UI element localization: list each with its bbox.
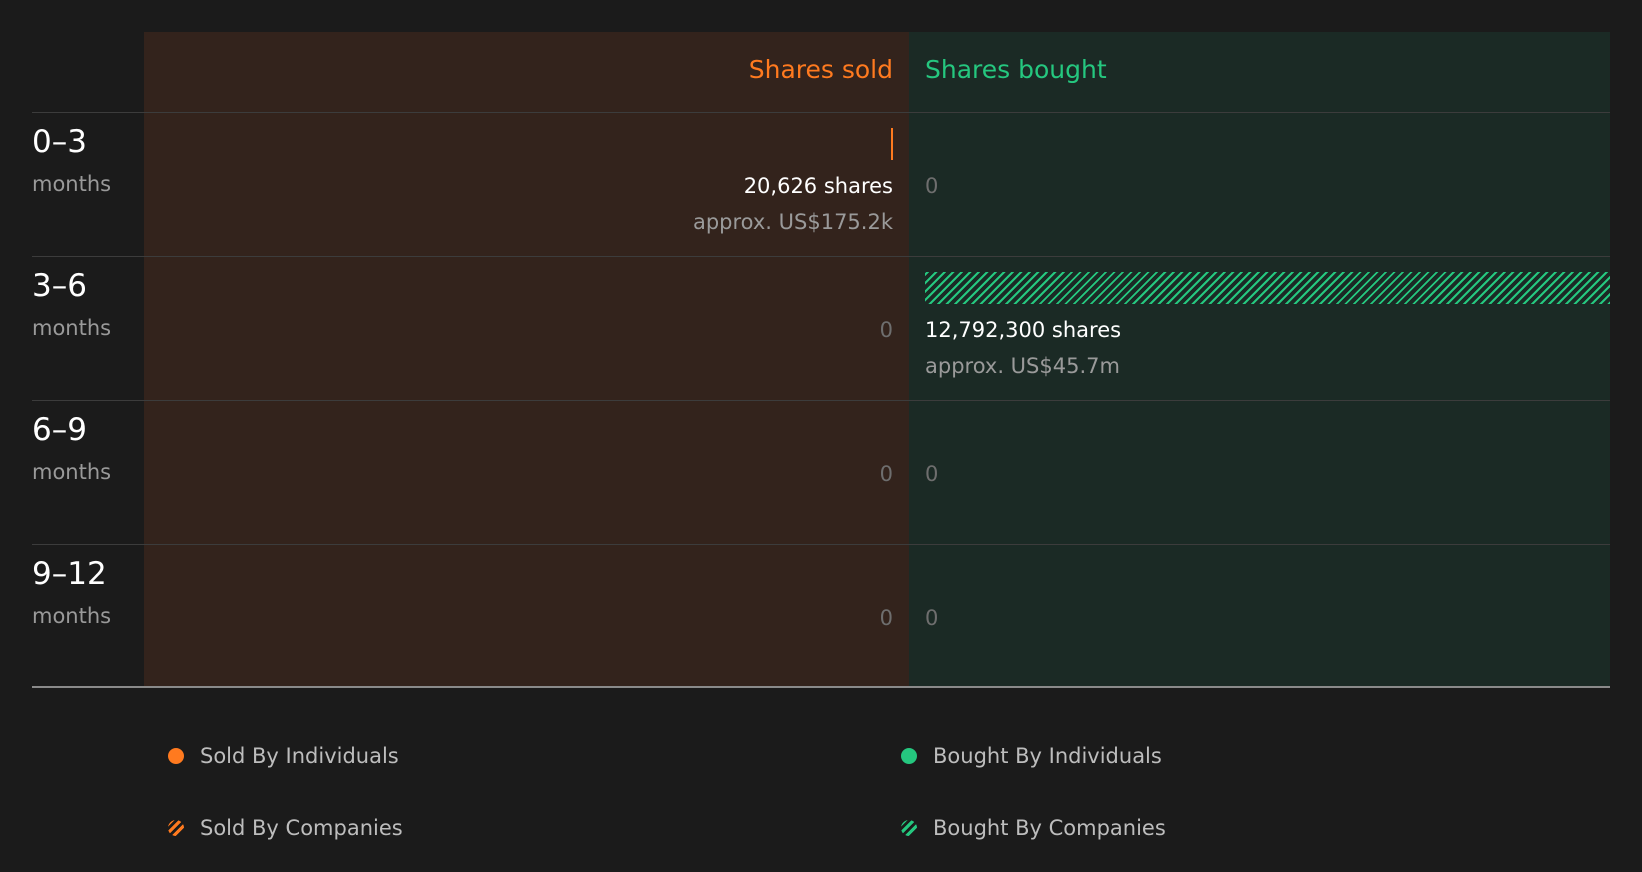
sold-bar (891, 128, 893, 160)
period-unit: months (32, 604, 112, 628)
bought-value: 12,792,300 shares approx. US$45.7m (925, 316, 1121, 380)
legend-label: Sold By Individuals (200, 744, 399, 768)
period-unit: months (32, 316, 112, 340)
period-label: 0–3 (32, 124, 87, 160)
bought-zero-value: 0 (925, 606, 939, 630)
legend-label: Bought By Individuals (933, 744, 1162, 768)
sold-approx-value: approx. US$175.2k (692, 210, 893, 234)
bought-zero-value: 0 (925, 462, 939, 486)
sold-value: 20,626 shares approx. US$175.2k (693, 172, 893, 236)
shares-sold-header: Shares sold (748, 55, 893, 84)
bought-approx-value: approx. US$45.7m (925, 354, 1120, 378)
bought-bar (925, 272, 1610, 304)
legend-swatch-solid-green (901, 748, 917, 764)
period-unit: months (32, 172, 112, 196)
period-label: 3–6 (32, 268, 87, 304)
insider-trading-chart: Shares sold Shares bought 0–3 months 20,62… (0, 0, 1642, 872)
period-unit: months (32, 460, 112, 484)
legend-label: Sold By Companies (200, 816, 403, 840)
shares-bought-header: Shares bought (925, 55, 1107, 84)
period-label: 9–12 (32, 556, 107, 592)
bought-shares-label: 12,792,300 shares (925, 318, 1122, 342)
period-row: 6–9 months 0 0 (0, 400, 1642, 544)
period-row: 9–12 months 0 0 (0, 544, 1642, 688)
legend-swatch-hatched-orange (168, 820, 184, 836)
legend-swatch-solid-orange (168, 748, 184, 764)
chart-baseline (32, 686, 1610, 688)
period-row: 0–3 months 20,626 shares approx. US$175.2k 0 (0, 112, 1642, 256)
legend-swatch-hatched-green (901, 820, 917, 836)
sold-shares-label: 20,626 shares (743, 174, 893, 198)
legend-sold-by-companies: Sold By Companies (168, 814, 403, 842)
legend-bought-by-companies: Bought By Companies (901, 814, 1166, 842)
period-label: 6–9 (32, 412, 87, 448)
sold-zero-value: 0 (879, 462, 893, 486)
sold-zero-value: 0 (879, 606, 893, 630)
legend-bought-by-individuals: Bought By Individuals (901, 742, 1162, 770)
sold-zero-value: 0 (879, 318, 893, 342)
legend-label: Bought By Companies (933, 816, 1166, 840)
bought-zero-value: 0 (925, 174, 939, 198)
legend-sold-by-individuals: Sold By Individuals (168, 742, 399, 770)
period-row: 3–6 months 0 12,792,300 shares approx. US$45… (0, 256, 1642, 400)
